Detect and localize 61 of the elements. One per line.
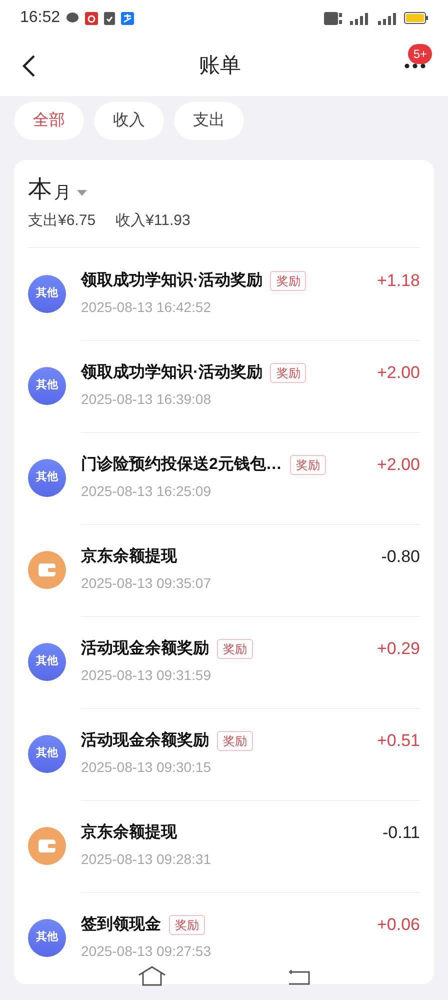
app-icon bbox=[121, 12, 134, 24]
wallet-icon bbox=[28, 550, 66, 588]
dropdown-icon[interactable] bbox=[77, 190, 87, 196]
income-total: 收入¥11.93 bbox=[116, 211, 190, 231]
transaction-amount: -0.80 bbox=[381, 546, 420, 568]
expense-total: 支出¥6.75 bbox=[28, 211, 96, 231]
signal-icon bbox=[348, 12, 370, 24]
transaction-title: 领取成功学知识·活动奖励 bbox=[81, 362, 262, 383]
transaction-title: 京东余额提现 bbox=[81, 822, 177, 843]
reward-tag: 奖励 bbox=[290, 455, 326, 475]
category-icon: 其他 bbox=[28, 642, 66, 680]
category-icon: 其他 bbox=[28, 458, 66, 496]
category-icon: 其他 bbox=[28, 918, 66, 956]
transaction-title: 活动现金余额奖励 bbox=[81, 730, 209, 751]
transaction-time: 2025-08-13 16:25:09 bbox=[81, 482, 212, 501]
chat-icon bbox=[66, 12, 80, 24]
transaction-time: 2025-08-13 09:35:07 bbox=[81, 574, 212, 593]
transaction-amount: +0.51 bbox=[376, 730, 420, 752]
transaction-amount: +2.00 bbox=[376, 362, 420, 384]
transaction-amount: +1.18 bbox=[376, 270, 420, 292]
filter-tab[interactable]: 收入 bbox=[94, 102, 164, 140]
transaction-time: 2025-08-13 09:27:53 bbox=[81, 942, 212, 961]
hd-icon bbox=[324, 12, 342, 24]
transaction-time: 2025-08-13 09:30:15 bbox=[81, 758, 212, 777]
signal-icon bbox=[376, 12, 398, 24]
transaction-time: 2025-08-13 16:42:52 bbox=[81, 298, 212, 317]
transaction-title: 门诊险预约投保送2元钱包… bbox=[81, 454, 282, 475]
category-icon: 其他 bbox=[28, 366, 66, 404]
back-gesture-icon[interactable] bbox=[287, 967, 311, 985]
transaction-amount: +0.29 bbox=[376, 638, 420, 660]
notification-badge: 5+ bbox=[408, 44, 432, 64]
more-icon[interactable] bbox=[404, 63, 426, 69]
transaction-title: 京东余额提现 bbox=[81, 546, 177, 567]
transaction-time: 2025-08-13 09:28:31 bbox=[81, 850, 212, 869]
transaction-amount: +0.06 bbox=[376, 914, 420, 936]
transaction-amount: +2.00 bbox=[376, 454, 420, 476]
transaction-amount: -0.11 bbox=[382, 822, 420, 844]
reward-tag: 奖励 bbox=[169, 915, 205, 935]
status-time: 16:52 bbox=[20, 8, 60, 28]
transaction-title: 签到领现金 bbox=[81, 914, 161, 935]
period-label[interactable]: 本 bbox=[28, 176, 52, 204]
page-title: 账单 bbox=[199, 53, 241, 80]
clipboard-icon bbox=[104, 12, 116, 24]
period-label[interactable]: 月 bbox=[54, 182, 71, 204]
reward-tag: 奖励 bbox=[217, 639, 253, 659]
reward-tag: 奖励 bbox=[270, 271, 306, 291]
category-icon: 其他 bbox=[28, 274, 66, 312]
transaction-title: 活动现金余额奖励 bbox=[81, 638, 209, 659]
filter-tab[interactable]: 支出 bbox=[174, 102, 244, 140]
transaction-time: 2025-08-13 09:31:59 bbox=[81, 666, 212, 685]
app-icon bbox=[85, 12, 98, 24]
home-icon[interactable] bbox=[137, 966, 167, 986]
reward-tag: 奖励 bbox=[270, 363, 306, 383]
transaction-time: 2025-08-13 16:39:08 bbox=[81, 390, 212, 409]
back-icon[interactable] bbox=[22, 54, 36, 78]
transaction-title: 领取成功学知识·活动奖励 bbox=[81, 270, 262, 291]
wallet-icon bbox=[28, 826, 66, 864]
reward-tag: 奖励 bbox=[217, 731, 253, 751]
category-icon: 其他 bbox=[28, 734, 66, 772]
battery-icon bbox=[404, 12, 428, 24]
filter-tab[interactable]: 全部 bbox=[14, 102, 84, 140]
